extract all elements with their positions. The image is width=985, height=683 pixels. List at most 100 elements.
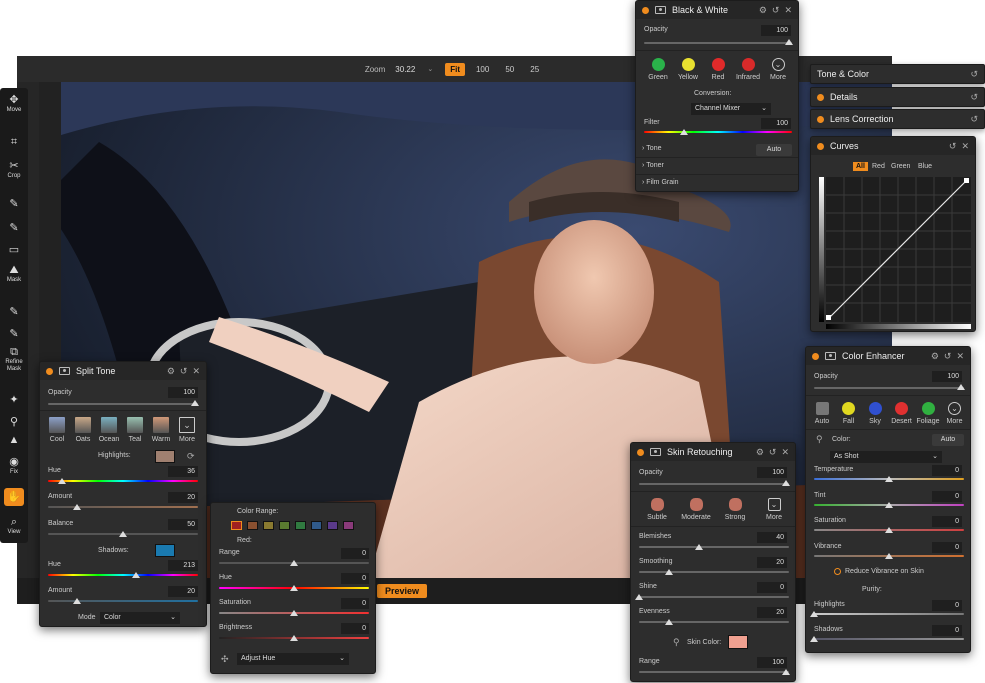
tool-refine-brush2[interactable]: ✎ <box>0 328 28 340</box>
amount-value[interactable]: 20 <box>168 492 198 503</box>
preset-sky[interactable]: Sky <box>861 402 889 425</box>
color-range-swatch[interactable] <box>311 521 322 530</box>
curve-graph[interactable] <box>819 177 971 329</box>
close-icon[interactable]: ✕ <box>956 351 964 362</box>
color-range-swatch[interactable] <box>263 521 274 530</box>
preset-warm[interactable]: Warm <box>148 417 174 443</box>
tool-move[interactable]: ✥ Move <box>0 94 28 114</box>
mask-icon[interactable] <box>655 6 666 14</box>
slider-track[interactable] <box>814 613 964 615</box>
range-slider[interactable] <box>639 671 789 673</box>
filter-value[interactable]: 100 <box>761 118 791 129</box>
range-value[interactable]: 100 <box>757 657 787 668</box>
reset-icon[interactable]: ↺ <box>970 114 978 125</box>
preset-subtle[interactable]: Subtle <box>637 498 677 521</box>
tool-brush[interactable]: ✎ <box>0 198 28 210</box>
slider-value[interactable]: 20 <box>757 607 787 618</box>
slider-thumb[interactable] <box>810 636 818 642</box>
slider-value[interactable]: 0 <box>341 573 369 584</box>
mode-dropdown[interactable]: Color ⌄ <box>100 612 180 624</box>
color-range-swatch[interactable] <box>231 521 242 530</box>
opacity-thumb[interactable] <box>782 480 790 486</box>
slider-value[interactable]: 0 <box>932 600 962 611</box>
opacity-value[interactable]: 100 <box>757 467 787 478</box>
shadows-hue-slider[interactable] <box>48 574 198 576</box>
preset-foliage[interactable]: Foliage <box>914 402 942 425</box>
close-icon[interactable]: ✕ <box>784 5 792 16</box>
preset-red[interactable]: Red <box>702 58 734 81</box>
slider-track[interactable] <box>639 596 789 598</box>
slider-thumb[interactable] <box>290 585 298 591</box>
preset-more[interactable]: ⌄ More <box>754 498 794 521</box>
gear-icon[interactable]: ⚙ <box>759 5 767 16</box>
preset-fall[interactable]: Fall <box>835 402 863 425</box>
enable-dot[interactable] <box>817 142 824 150</box>
dropper-icon[interactable]: ⚲ <box>816 434 823 445</box>
swap-icon[interactable]: ⟳ <box>187 451 195 462</box>
color-range-swatch[interactable] <box>279 521 290 530</box>
film-grain-row[interactable]: › Film Grain <box>636 175 798 191</box>
reset-icon[interactable]: ↺ <box>769 447 777 458</box>
tool-mask[interactable]: ⛰ Mask <box>0 264 28 284</box>
preview-button[interactable]: Preview <box>377 584 428 598</box>
shadows-swatch[interactable] <box>155 544 175 557</box>
adjust-dropdown[interactable]: Adjust Hue ⌄ <box>237 653 349 665</box>
preset-cool[interactable]: Cool <box>44 417 70 443</box>
opacity-slider[interactable] <box>644 42 792 44</box>
amount-thumb[interactable] <box>73 598 81 604</box>
tool-zoom[interactable]: ⌕ View <box>0 516 28 536</box>
slider-track[interactable] <box>814 638 964 640</box>
slider-value[interactable]: 0 <box>932 465 962 476</box>
slider-thumb[interactable] <box>290 560 298 566</box>
close-icon[interactable]: ✕ <box>192 366 200 377</box>
tool-refine-brush[interactable]: ✎ <box>0 306 28 318</box>
slider-value[interactable]: 40 <box>757 532 787 543</box>
filter-thumb[interactable] <box>680 129 688 135</box>
enable-dot[interactable] <box>642 6 649 14</box>
enable-dot[interactable] <box>817 93 824 101</box>
zoom-value[interactable]: 30.22 <box>391 65 421 74</box>
balance-value[interactable]: 50 <box>168 519 198 530</box>
color-range-swatch[interactable] <box>327 521 338 530</box>
opacity-thumb[interactable] <box>191 400 199 406</box>
opacity-thumb[interactable] <box>785 39 793 45</box>
opacity-value[interactable]: 100 <box>168 387 198 398</box>
hue-value[interactable]: 36 <box>168 466 198 477</box>
curve-point-white[interactable] <box>964 178 969 183</box>
reduce-vibrance-checkbox[interactable] <box>834 568 841 575</box>
tool-knife[interactable]: ✂ Crop <box>0 160 28 180</box>
reset-icon[interactable]: ↺ <box>970 69 978 80</box>
conversion-dropdown[interactable]: Channel Mixer ⌄ <box>691 103 771 115</box>
gear-icon[interactable]: ⚙ <box>756 447 764 458</box>
tool-stamp[interactable]: ▲ <box>0 434 28 446</box>
shadows-amount-slider[interactable] <box>48 600 198 602</box>
mask-icon[interactable] <box>825 352 836 360</box>
slider-value[interactable]: 20 <box>757 557 787 568</box>
preset-yellow[interactable]: Yellow <box>672 58 704 81</box>
reset-icon[interactable]: ↺ <box>772 5 780 16</box>
slider-value[interactable]: 0 <box>341 623 369 634</box>
tool-brush-add[interactable]: ✎ <box>0 222 28 234</box>
slider-thumb[interactable] <box>290 635 298 641</box>
tab-blue[interactable]: Blue <box>915 162 935 171</box>
opacity-slider[interactable] <box>639 483 789 485</box>
slider-value[interactable]: 0 <box>932 625 962 636</box>
slider-track[interactable] <box>639 546 789 548</box>
enable-dot[interactable] <box>812 352 819 360</box>
zoom-25-button[interactable]: 25 <box>525 63 544 76</box>
tool-retouch[interactable]: ✦ <box>0 394 28 406</box>
slider-thumb[interactable] <box>665 619 673 625</box>
skin-color-swatch[interactable] <box>728 635 748 649</box>
hue-value[interactable]: 213 <box>168 560 198 571</box>
color-range-swatch[interactable] <box>295 521 306 530</box>
preset-desert[interactable]: Desert <box>888 402 916 425</box>
amount-value[interactable]: 20 <box>168 586 198 597</box>
opacity-value[interactable]: 100 <box>761 25 791 36</box>
slider-track[interactable] <box>639 621 789 623</box>
dropper-icon[interactable]: ⚲ <box>673 637 680 648</box>
target-adjust-icon[interactable]: ✣ <box>221 654 229 665</box>
toner-row[interactable]: › Toner <box>636 158 798 175</box>
preset-auto[interactable]: Auto <box>808 402 836 425</box>
highlights-swatch[interactable] <box>155 450 175 463</box>
opacity-slider[interactable] <box>814 387 964 389</box>
